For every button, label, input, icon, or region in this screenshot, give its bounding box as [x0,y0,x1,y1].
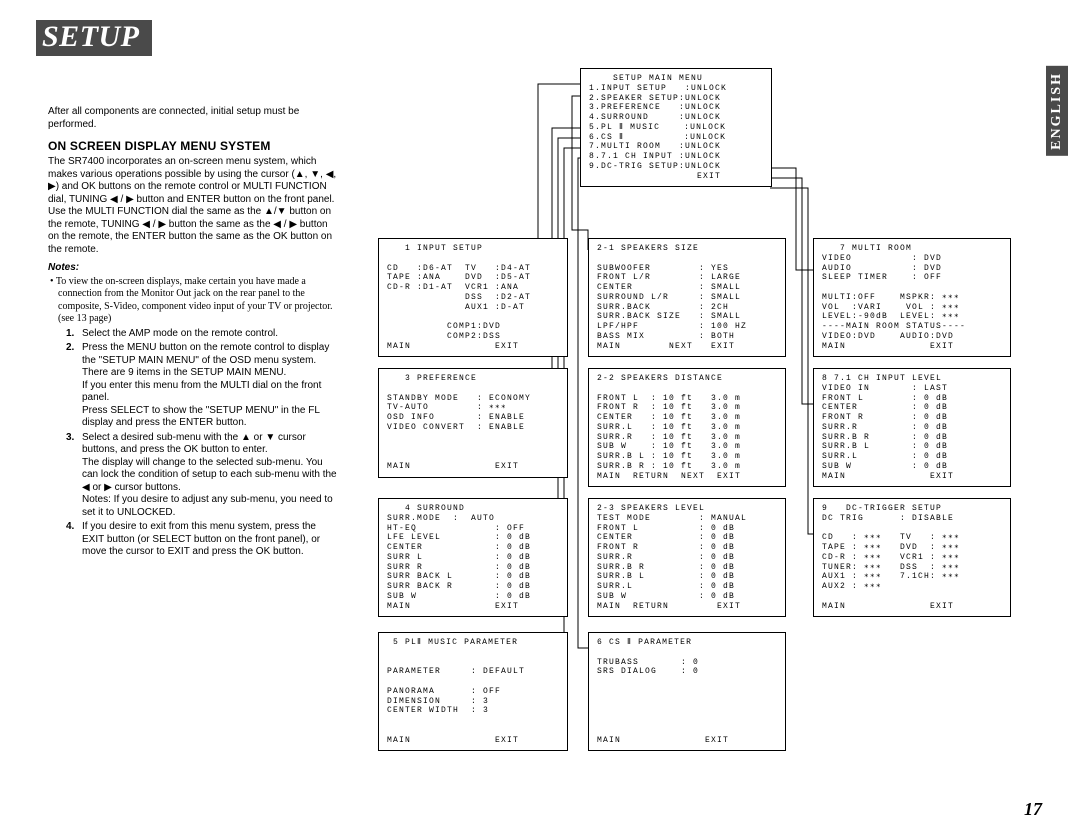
language-tab: ENGLISH [1046,66,1068,156]
step-num: 1. [66,328,82,341]
step-num: 3. [66,432,82,520]
para-1: The SR7400 incorporates an on-screen men… [48,156,338,256]
menu-speakers-level: 2-3 SPEAKERS LEVEL TEST MODE : MANUAL FR… [588,498,786,617]
section-heading: ON SCREEN DISPLAY MENU SYSTEM [48,139,338,154]
bullet-note: • To view the on-screen displays, make c… [58,276,338,326]
menu-speakers-size: 2-1 SPEAKERS SIZE SUBWOOFER : YES FRONT … [588,238,786,357]
menu-surround: 4 SURROUND SURR.MODE : AUTO HT-EQ : OFF … [378,498,568,617]
menu-dctrig: 9 DC-TRIGGER SETUP DC TRIG : DISABLE CD … [813,498,1011,617]
step-4: If you desire to exit from this menu sys… [82,521,338,559]
step-3: Select a desired sub-menu with the ▲ or … [82,432,338,520]
menu-input-setup: 1 INPUT SETUP CD :D6-AT TV :D4-AT TAPE :… [378,238,568,357]
page-title: SETUP [36,20,152,56]
step-num: 4. [66,521,82,559]
intro-text: After all components are connected, init… [48,106,338,131]
menu-diagram: SETUP MAIN MENU 1.INPUT SETUP :UNLOCK 2.… [358,60,1048,780]
menu-preference: 3 PREFERENCE STANDBY MODE : ECONOMY TV-A… [378,368,568,478]
menu-multi-room: 7 MULTI ROOM VIDEO : DVD AUDIO : DVD SLE… [813,238,1011,357]
menu-71ch: 8 7.1 CH INPUT LEVEL VIDEO IN : LAST FRO… [813,368,1011,487]
menu-cs2: 6 CS Ⅱ PARAMETER TRUBASS : 0 SRS DIALOG … [588,632,786,751]
step-1: Select the AMP mode on the remote contro… [82,328,338,341]
notes-heading: Notes: [48,262,338,275]
menu-main: SETUP MAIN MENU 1.INPUT SETUP :UNLOCK 2.… [580,68,772,187]
menu-speakers-distance: 2-2 SPEAKERS DISTANCE FRONT L : 10 ft 3.… [588,368,786,487]
step-num: 2. [66,342,82,430]
page-number: 17 [1024,799,1042,820]
body-text: After all components are connected, init… [48,106,338,561]
step-2: Press the MENU button on the remote cont… [82,342,338,430]
menu-pl2: 5 PLⅡ MUSIC PARAMETER PARAMETER : DEFAUL… [378,632,568,751]
